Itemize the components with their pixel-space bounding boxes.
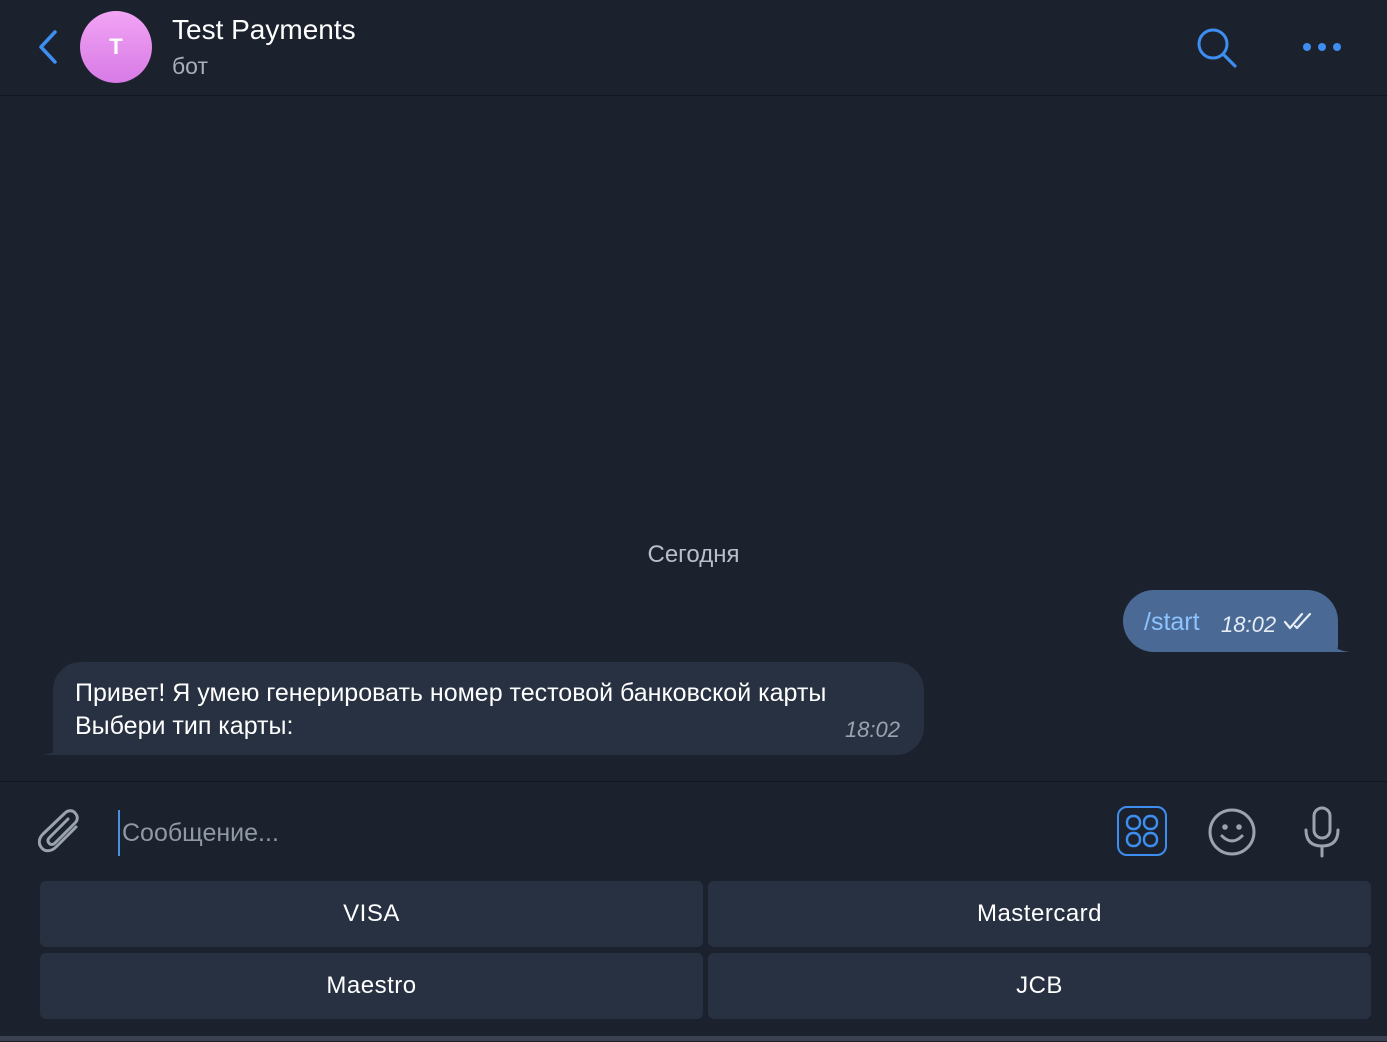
keyboard-button-visa[interactable]: VISA [40, 881, 703, 947]
window-bottom-edge [0, 1036, 1387, 1041]
keyboard-grid-icon [1125, 814, 1159, 848]
message-text[interactable]: /start [1144, 608, 1200, 637]
keyboard-button-jcb[interactable]: JCB [708, 953, 1371, 1019]
microphone-button[interactable] [1298, 804, 1346, 860]
emoji-button[interactable] [1206, 806, 1258, 858]
search-icon [1197, 28, 1237, 68]
search-button[interactable] [1193, 24, 1241, 72]
double-check-icon [1283, 612, 1312, 630]
avatar[interactable]: T [80, 11, 152, 83]
message-time: 18:02 [1221, 612, 1277, 637]
date-separator: Сегодня [647, 541, 740, 568]
message-time: 18:02 [844, 717, 900, 742]
bot-keyboard-button[interactable] [1117, 806, 1167, 856]
emoji-icon [1208, 808, 1256, 856]
incoming-message: Привет! Я умею генерировать номер тестов… [41, 662, 924, 755]
paperclip-icon [38, 809, 79, 853]
message-line: Привет! Я умею генерировать номер тестов… [75, 679, 827, 707]
more-button[interactable] [1298, 27, 1346, 67]
keyboard-button-maestro[interactable]: Maestro [40, 953, 703, 1019]
attach-button[interactable] [36, 806, 86, 858]
chat-title[interactable]: Test Payments [172, 14, 356, 46]
outgoing-message[interactable]: /start 18:02 [1123, 590, 1350, 652]
chevron-left-icon [39, 30, 57, 64]
chat-header: T Test Payments бот [0, 0, 1387, 96]
bubble-tail [1326, 636, 1350, 652]
microphone-icon [1304, 806, 1340, 858]
keyboard-button-mastercard[interactable]: Mastercard [708, 881, 1371, 947]
chat-subtitle: бот [172, 53, 208, 79]
more-icon [1303, 43, 1341, 51]
message-line: Выбери тип карты: [75, 712, 294, 740]
avatar-letter: T [109, 34, 123, 59]
back-button[interactable] [30, 27, 66, 67]
message-input[interactable] [118, 810, 1084, 856]
bubble-tail [41, 739, 65, 755]
